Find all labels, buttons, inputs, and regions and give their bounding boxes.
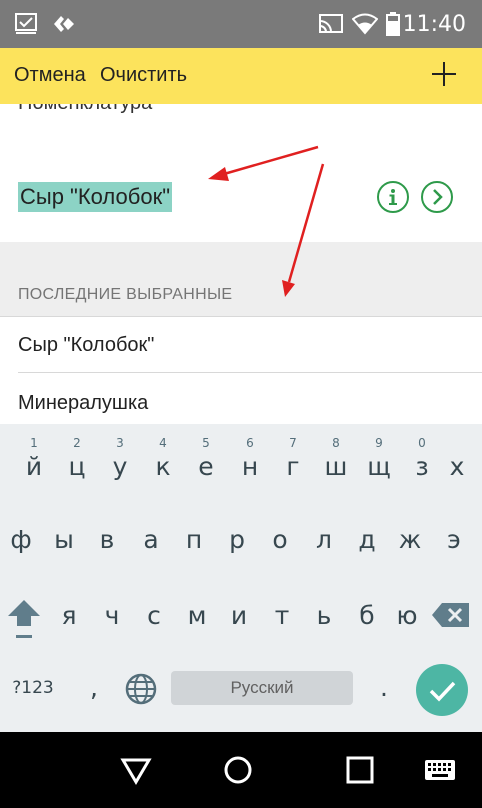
back-icon[interactable] — [118, 752, 154, 788]
battery-icon — [386, 12, 400, 36]
cancel-button[interactable]: Отмена — [14, 64, 86, 87]
key-p[interactable]: п — [173, 518, 215, 562]
backspace-key[interactable] — [430, 600, 472, 630]
key-7[interactable]: 7 г — [271, 430, 315, 486]
key-t[interactable]: т — [261, 594, 303, 638]
on-screen-keyboard: 1 й 2 ц 3 у 4 к 5 е 6 н 7 г 8 ш 9 щ 0 з … — [0, 424, 482, 732]
cast-icon — [319, 14, 343, 33]
key-zh[interactable]: ж — [389, 518, 431, 562]
wifi-icon — [352, 13, 378, 35]
key-3[interactable]: 3 у — [98, 430, 142, 486]
key-y[interactable]: ы — [43, 518, 85, 562]
symbols-key[interactable]: ?123 — [4, 666, 62, 710]
toolbar: Отмена Очистить — [0, 48, 482, 104]
checkbox-notification-icon — [15, 13, 37, 34]
key-s[interactable]: с — [133, 594, 175, 638]
plus-icon[interactable] — [428, 58, 460, 90]
key-ch[interactable]: ч — [91, 594, 133, 638]
key-v[interactable]: в — [86, 518, 128, 562]
keyboard-switch-icon[interactable] — [422, 752, 458, 788]
language-key[interactable] — [124, 672, 158, 706]
key-11[interactable]: х — [435, 430, 479, 486]
checkmark-icon — [429, 681, 456, 702]
key-8[interactable]: 8 ш — [314, 430, 358, 486]
key-2[interactable]: 2 ц — [55, 430, 99, 486]
key-f[interactable]: ф — [0, 518, 42, 562]
key-r[interactable]: р — [216, 518, 258, 562]
key-4[interactable]: 4 к — [141, 430, 185, 486]
annotation-arrows — [208, 145, 325, 297]
status-bar: 11:40 — [0, 0, 482, 48]
key-soft-sign[interactable]: ь — [303, 594, 345, 638]
key-i[interactable]: и — [218, 594, 260, 638]
key-d[interactable]: д — [346, 518, 388, 562]
content-area: Номенклатура Сыр "Колобок" ПОСЛЕДНИЕ ВЫБ… — [0, 104, 482, 424]
key-6[interactable]: 6 н — [228, 430, 272, 486]
home-icon[interactable] — [220, 752, 256, 788]
diamond-notification-icon — [54, 16, 74, 32]
key-5[interactable]: 5 е — [184, 430, 228, 486]
enter-key[interactable] — [416, 664, 468, 716]
key-1[interactable]: 1 й — [12, 430, 56, 486]
key-9[interactable]: 9 щ — [357, 430, 401, 486]
comma-key[interactable]: , — [76, 666, 112, 710]
status-time: 11:40 — [402, 12, 466, 37]
key-a[interactable]: а — [130, 518, 172, 562]
key-ya[interactable]: я — [48, 594, 90, 638]
recents-icon[interactable] — [342, 752, 378, 788]
key-yu[interactable]: ю — [386, 594, 428, 638]
key-o[interactable]: о — [259, 518, 301, 562]
period-key[interactable]: . — [366, 666, 402, 710]
backspace-icon — [432, 603, 469, 627]
space-key[interactable]: Русский — [171, 671, 353, 705]
clear-button[interactable]: Очистить — [100, 64, 187, 87]
key-e[interactable]: э — [432, 518, 476, 562]
shift-icon — [8, 600, 40, 638]
key-b[interactable]: б — [346, 594, 388, 638]
navigation-bar — [0, 732, 482, 808]
key-m[interactable]: м — [176, 594, 218, 638]
globe-icon — [125, 673, 157, 705]
shift-key[interactable] — [4, 594, 44, 644]
key-l[interactable]: л — [303, 518, 345, 562]
